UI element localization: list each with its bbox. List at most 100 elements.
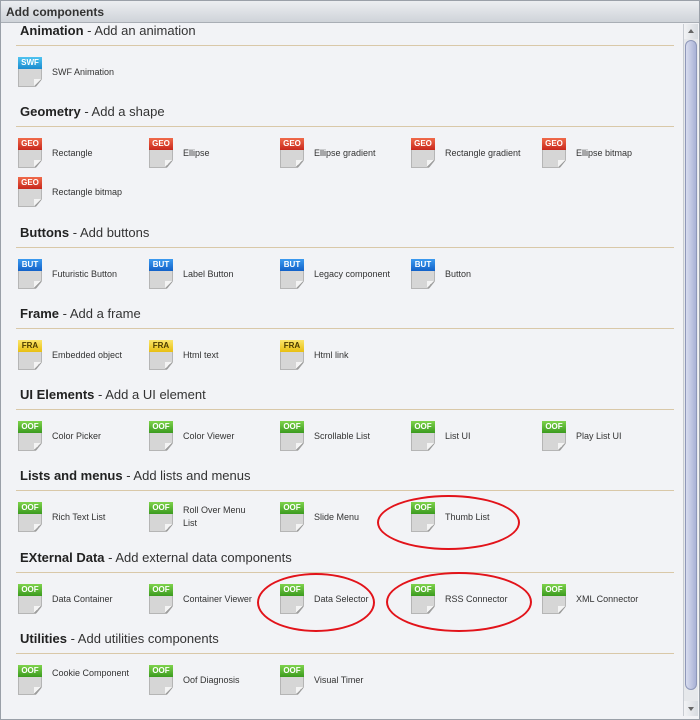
component-document-icon: GEO xyxy=(18,177,42,207)
component-item[interactable]: OOF Scrollable List xyxy=(268,421,393,455)
component-item[interactable]: OOF Rich Text List xyxy=(6,502,131,536)
section-description: - Add a frame xyxy=(59,306,141,321)
page-fold xyxy=(165,606,172,613)
section-header: Buttons - Add buttons xyxy=(20,225,149,240)
component-item[interactable]: FRA Html text xyxy=(137,340,262,374)
component-document-icon: GEO xyxy=(280,138,304,168)
page-fold xyxy=(427,606,434,613)
component-type-badge: OOF xyxy=(18,421,42,433)
component-item[interactable]: SWF SWF Animation xyxy=(6,57,131,91)
section-divider xyxy=(16,45,674,46)
component-item[interactable]: FRA Html link xyxy=(268,340,393,374)
section-description: - Add an animation xyxy=(83,24,196,38)
section-divider xyxy=(16,126,674,127)
component-document-icon: OOF xyxy=(280,421,304,451)
component-item[interactable]: BUT Legacy component xyxy=(268,259,393,293)
component-item[interactable]: FRA Embedded object xyxy=(6,340,131,374)
component-type-badge: BUT xyxy=(149,259,173,271)
component-item[interactable]: OOF Oof Diagnosis xyxy=(137,665,262,699)
component-label: Data Container xyxy=(52,594,113,604)
component-item[interactable]: GEO Rectangle xyxy=(6,138,131,172)
page-fold xyxy=(558,606,565,613)
component-label: Color Picker xyxy=(52,431,102,441)
component-item[interactable]: OOF RSS Connector xyxy=(399,584,524,618)
page-fold xyxy=(558,443,565,450)
component-label: Futuristic Button xyxy=(52,269,118,279)
section-header: Animation - Add an animation xyxy=(20,24,196,38)
component-document-icon: OOF xyxy=(411,584,435,614)
component-type-badge: GEO xyxy=(149,138,173,150)
component-document-icon: BUT xyxy=(18,259,42,289)
component-label: Embedded object xyxy=(52,350,123,360)
component-document-icon: OOF xyxy=(149,421,173,451)
component-type-badge: OOF xyxy=(149,584,173,596)
scroll-thumb[interactable] xyxy=(685,40,697,690)
component-item[interactable]: OOF Thumb List xyxy=(399,502,524,536)
component-item[interactable]: OOF XML Connector xyxy=(530,584,655,618)
component-item[interactable]: OOF Data Container xyxy=(6,584,131,618)
component-item[interactable]: GEO Rectangle bitmap xyxy=(6,177,131,211)
section-lists-and-menus: Lists and menus - Add lists and menus OOF… xyxy=(6,468,676,546)
section-title: Utilities xyxy=(20,631,67,646)
page-fold xyxy=(34,79,41,86)
component-item[interactable]: BUT Button xyxy=(399,259,524,293)
component-document-icon: OOF xyxy=(149,665,173,695)
scroll-down-arrow-icon[interactable] xyxy=(684,701,698,716)
component-item[interactable]: OOF Data Selector xyxy=(268,584,393,618)
component-document-icon: SWF xyxy=(18,57,42,87)
page-fold xyxy=(427,160,434,167)
component-type-badge: OOF xyxy=(18,502,42,514)
component-item[interactable]: OOF Container Viewer xyxy=(137,584,262,618)
component-type-badge: FRA xyxy=(18,340,42,352)
page-fold xyxy=(165,524,172,531)
component-document-icon: OOF xyxy=(149,584,173,614)
section-header: Lists and menus - Add lists and menus xyxy=(20,468,250,483)
page-fold xyxy=(296,443,303,450)
component-item[interactable]: GEO Ellipse bitmap xyxy=(530,138,655,172)
component-type-badge: GEO xyxy=(18,177,42,189)
component-item[interactable]: BUT Futuristic Button xyxy=(6,259,131,293)
component-document-icon: GEO xyxy=(149,138,173,168)
page-fold xyxy=(34,524,41,531)
component-item[interactable]: BUT Label Button xyxy=(137,259,262,293)
component-label: Play List UI xyxy=(576,431,622,441)
section-title: UI Elements xyxy=(20,387,95,402)
section-ui-elements: UI Elements - Add a UI element OOF Color P… xyxy=(6,387,676,465)
component-document-icon: OOF xyxy=(149,502,173,532)
component-document-icon: OOF xyxy=(542,421,566,451)
component-type-badge: BUT xyxy=(18,259,42,271)
component-item[interactable]: OOF List UI xyxy=(399,421,524,455)
component-type-badge: GEO xyxy=(18,138,42,150)
component-item[interactable]: OOF Roll Over Menu List xyxy=(137,502,262,536)
scroll-up-arrow-icon[interactable] xyxy=(684,24,698,39)
page-fold xyxy=(165,281,172,288)
component-document-icon: OOF xyxy=(18,584,42,614)
component-document-icon: GEO xyxy=(411,138,435,168)
component-label: Ellipse bitmap xyxy=(576,148,633,158)
page-fold xyxy=(296,362,303,369)
component-label: Oof Diagnosis xyxy=(183,675,240,685)
component-item[interactable]: OOF Play List UI xyxy=(530,421,655,455)
component-item[interactable]: GEO Ellipse xyxy=(137,138,262,172)
component-item[interactable]: OOF Visual Timer xyxy=(268,665,393,699)
section-divider xyxy=(16,328,674,329)
component-item[interactable]: OOF Slide Menu xyxy=(268,502,393,536)
component-label: Rectangle bitmap xyxy=(52,187,123,197)
component-type-badge: OOF xyxy=(149,502,173,514)
page-fold xyxy=(296,606,303,613)
vertical-scrollbar[interactable] xyxy=(683,24,698,716)
component-label: Visual Timer xyxy=(314,675,364,685)
component-item[interactable]: GEO Rectangle gradient xyxy=(399,138,524,172)
component-label: RSS Connector xyxy=(445,594,508,604)
section-description: - Add lists and menus xyxy=(122,468,251,483)
component-item[interactable]: OOF Cookie Component xyxy=(6,665,131,699)
component-item[interactable]: OOF Color Picker xyxy=(6,421,131,455)
component-document-icon: OOF xyxy=(18,421,42,451)
section-title: Buttons xyxy=(20,225,70,240)
component-type-badge: OOF xyxy=(280,421,304,433)
component-item[interactable]: OOF Color Viewer xyxy=(137,421,262,455)
component-item[interactable]: GEO Ellipse gradient xyxy=(268,138,393,172)
section-header: UI Elements - Add a UI element xyxy=(20,387,206,402)
section-animation: Animation - Add an animation SWF SWF Anima… xyxy=(6,24,676,101)
section-header: Geometry - Add a shape xyxy=(20,104,165,119)
